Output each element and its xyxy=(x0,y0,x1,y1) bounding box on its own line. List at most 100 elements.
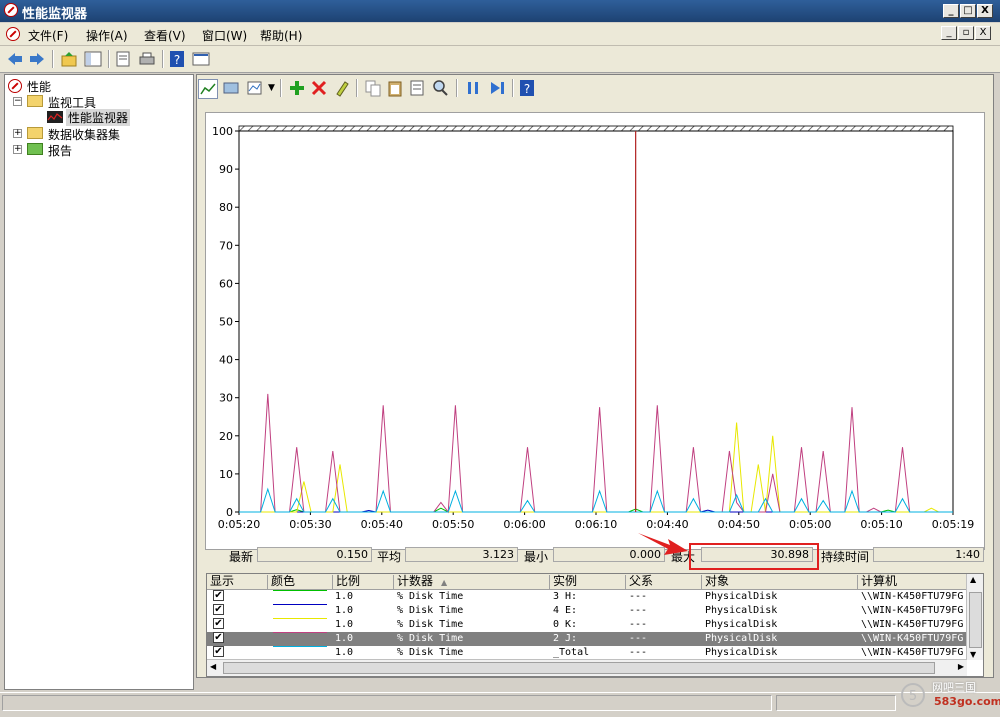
delete-counter-icon[interactable] xyxy=(310,79,328,97)
maximize-button[interactable]: □ xyxy=(960,4,976,18)
mdi-restore-button[interactable]: ▫ xyxy=(958,26,974,40)
counter-table: 显示 颜色 比例 计数器 ▲ 实例 父系 对象 计算机 ✔ 1.0 % Disk Ti… xyxy=(206,573,984,677)
scroll-up-icon[interactable]: ▲ xyxy=(970,575,976,584)
toolbar-separator xyxy=(512,79,514,97)
close-button[interactable]: X xyxy=(977,4,993,18)
svg-text:5: 5 xyxy=(909,689,917,704)
scroll-down-icon[interactable]: ▼ xyxy=(970,650,976,659)
table-row[interactable]: ✔ 1.0 % Disk Time 3 H: --- PhysicalDisk \\WIN-… xyxy=(207,590,967,604)
zoom-icon[interactable] xyxy=(431,79,449,97)
upper-limit-band xyxy=(238,125,954,132)
tree-item-data-collector-sets[interactable]: 数据收集器集 xyxy=(48,126,120,143)
toolbar-separator xyxy=(280,79,282,97)
expand-icon[interactable]: + xyxy=(13,129,22,138)
folder-icon xyxy=(27,95,43,107)
minimize-button[interactable]: _ xyxy=(943,4,959,18)
show-checkbox[interactable]: ✔ xyxy=(213,646,224,657)
show-checkbox[interactable]: ✔ xyxy=(213,632,224,643)
column-counter[interactable]: 计数器 ▲ xyxy=(393,575,447,589)
add-counter-icon[interactable] xyxy=(288,79,306,97)
x-tick-label: 0:05:40 xyxy=(361,518,403,531)
show-checkbox[interactable]: ✔ xyxy=(213,590,224,601)
back-arrow-icon[interactable] xyxy=(6,50,24,68)
menu-help[interactable]: 帮助(H) xyxy=(260,27,302,44)
cell-counter: % Disk Time xyxy=(397,619,464,630)
column-object[interactable]: 对象 xyxy=(701,575,729,589)
properties-icon[interactable] xyxy=(114,50,132,68)
up-folder-icon[interactable] xyxy=(60,50,78,68)
navigation-tree: 性能 − 监视工具 性能监视器 + 数据收集器集 + 报告 xyxy=(4,74,194,690)
column-scale[interactable]: 比例 xyxy=(332,575,360,589)
cell-scale: 1.0 xyxy=(335,591,354,602)
y-tick-label: 40 xyxy=(219,354,233,367)
forward-arrow-icon[interactable] xyxy=(28,50,46,68)
help-icon[interactable]: ? xyxy=(168,50,186,68)
color-swatch xyxy=(273,618,327,619)
cell-instance: _Total xyxy=(553,647,590,658)
menu-view[interactable]: 查看(V) xyxy=(144,27,186,44)
pause-icon[interactable] xyxy=(464,79,482,97)
print-icon[interactable] xyxy=(138,50,156,68)
table-row[interactable]: ✔ 1.0 % Disk Time 2 J: --- PhysicalDisk \\WIN-… xyxy=(207,632,967,646)
mdi-close-button[interactable]: X xyxy=(975,26,991,40)
view-histogram-icon[interactable] xyxy=(222,79,240,97)
tree-item-reports[interactable]: 报告 xyxy=(48,142,72,159)
chevron-down-icon[interactable]: ▼ xyxy=(268,83,275,93)
vertical-scrollbar[interactable]: ▲ ▼ xyxy=(966,574,983,660)
y-tick-label: 70 xyxy=(219,239,233,252)
cell-object: PhysicalDisk xyxy=(705,619,778,630)
mdi-minimize-button[interactable]: _ xyxy=(941,26,957,40)
copy-icon[interactable] xyxy=(364,79,382,97)
last-value: 0.150 xyxy=(257,547,372,562)
cell-object: PhysicalDisk xyxy=(705,647,778,658)
annotation-arrow-icon xyxy=(638,533,688,555)
cell-counter: % Disk Time xyxy=(397,633,464,644)
scrollbar-thumb[interactable] xyxy=(223,662,935,674)
table-row[interactable]: ✔ 1.0 % Disk Time 0 K: --- PhysicalDisk \\WIN-… xyxy=(207,618,967,632)
x-tick-label: 0:05:00 xyxy=(789,518,831,531)
color-swatch xyxy=(273,590,327,591)
statistics-bar: 最新 0.150 平均 3.123 最小 0.000 最大 30.898 持续时… xyxy=(205,546,985,566)
duration-label: 持续时间 xyxy=(821,550,870,564)
expand-icon[interactable]: + xyxy=(13,145,22,154)
highlight-icon[interactable] xyxy=(333,79,351,97)
properties-icon[interactable] xyxy=(408,79,426,97)
collapse-icon[interactable]: − xyxy=(13,97,22,106)
performance-graph[interactable]: 0 10 20 30 40 50 60 70 80 90 100 0:05:20 0:05:30 0:0… xyxy=(205,112,985,550)
paste-icon[interactable] xyxy=(386,79,404,97)
view-graph-icon[interactable] xyxy=(198,79,218,99)
column-computer[interactable]: 计算机 xyxy=(857,575,897,589)
minimum-label: 最小 xyxy=(524,550,549,564)
column-parent[interactable]: 父系 xyxy=(625,575,653,589)
show-checkbox[interactable]: ✔ xyxy=(213,618,224,629)
change-graph-type-icon[interactable] xyxy=(246,79,264,97)
annotation-highlight-box xyxy=(689,543,819,570)
table-row[interactable]: ✔ 1.0 % Disk Time _Total --- PhysicalDisk \\WI… xyxy=(207,646,967,660)
last-label: 最新 xyxy=(229,550,254,564)
horizontal-scrollbar[interactable]: ◀ ▶ xyxy=(207,659,967,676)
performance-icon[interactable] xyxy=(6,27,20,41)
y-tick-label: 10 xyxy=(219,468,233,481)
help-icon[interactable]: ? xyxy=(518,79,536,97)
mmc-window-icon[interactable] xyxy=(192,50,210,68)
line-chart: 0102030405060708090100 0:05:20 0:05:30 0:0… xyxy=(212,125,974,531)
column-instance[interactable]: 实例 xyxy=(549,575,577,589)
scroll-left-icon[interactable]: ◀ xyxy=(210,662,216,671)
toolbar-separator xyxy=(162,50,164,68)
scrollbar-thumb[interactable] xyxy=(969,592,982,648)
update-data-icon[interactable] xyxy=(488,79,506,97)
tree-item-performance-monitor[interactable]: 性能监视器 xyxy=(66,109,131,126)
show-hide-tree-icon[interactable] xyxy=(84,50,102,68)
tree-item-performance[interactable]: 性能 xyxy=(27,78,51,95)
menu-file[interactable]: 文件(F) xyxy=(28,27,68,44)
toolbar-separator xyxy=(52,50,54,68)
cell-object: PhysicalDisk xyxy=(705,633,778,644)
scroll-right-icon[interactable]: ▶ xyxy=(958,662,964,671)
table-row[interactable]: ✔ 1.0 % Disk Time 4 E: --- PhysicalDisk \\WIN-… xyxy=(207,604,967,618)
column-color[interactable]: 颜色 xyxy=(267,575,295,589)
menu-action[interactable]: 操作(A) xyxy=(86,27,128,44)
show-checkbox[interactable]: ✔ xyxy=(213,604,224,615)
column-show[interactable]: 显示 xyxy=(207,575,234,589)
menu-window[interactable]: 窗口(W) xyxy=(202,27,247,44)
svg-text:?: ? xyxy=(174,53,180,67)
